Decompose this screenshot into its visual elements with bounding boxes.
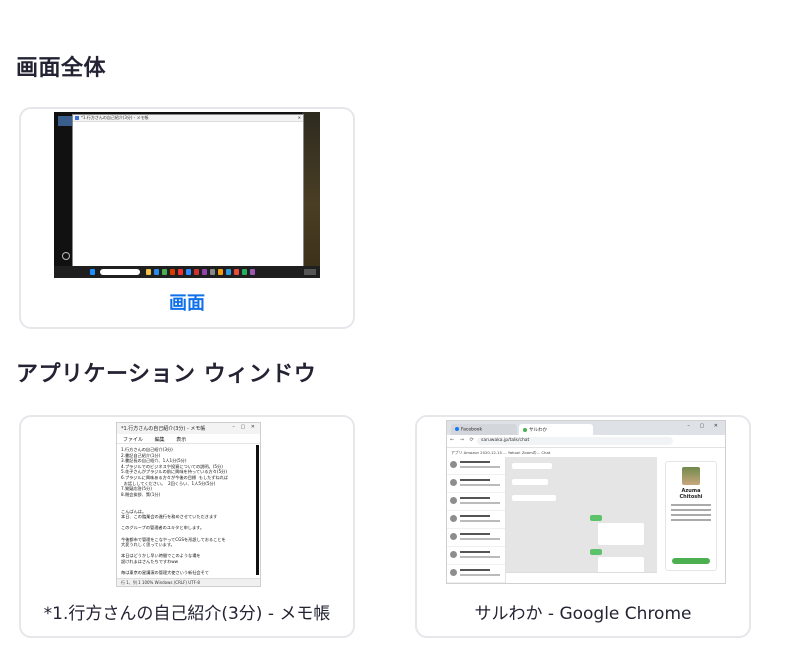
profile-bio <box>671 504 711 526</box>
chrome-tab: Facebook <box>451 424 517 435</box>
chat-image <box>598 523 644 545</box>
section-title-app-window: アプリケーション ウィンドウ <box>16 362 317 387</box>
chat-bubble <box>590 549 602 555</box>
list-item <box>447 475 505 493</box>
zoom-icon <box>186 269 191 275</box>
edge-icon <box>154 269 159 275</box>
notepad-title: *1.行方さんの自己紹介(3分) - メモ帳 <box>121 426 206 432</box>
wallpaper <box>302 112 320 266</box>
share-option-label: 画面 <box>169 293 205 314</box>
chrome-tab-active: サルわか <box>519 424 593 435</box>
chrome-thumbnail: Facebook サルわか – ▢ ✕ ← → ⟳ saruwaka.jp/ta… <box>446 420 726 584</box>
profile-pane: Azuma Chitoshi <box>657 457 725 583</box>
screen-thumbnail: *1.行方さんの自己紹介(3分) - メモ帳 ✕ <box>54 112 320 278</box>
taskbar-clock <box>304 269 316 275</box>
chat-input <box>506 572 657 583</box>
profile-name: Azuma Chitoshi <box>679 488 703 500</box>
nav-arrows-icon: ← → ⟳ <box>450 437 476 443</box>
share-option-screen[interactable]: *1.行方さんの自己紹介(3分) - メモ帳 ✕ 画面 <box>19 107 355 329</box>
chat-bubble <box>512 495 556 501</box>
app-icon <box>178 269 183 275</box>
notepad-thumbnail: *1.行方さんの自己紹介(3分) - メモ帳 – ▢ ✕ ファイル 編集 表示 … <box>116 422 261 587</box>
list-item <box>447 511 505 529</box>
chrome-address-bar: saruwaka.jp/talk/chat <box>477 437 673 445</box>
notepad-menu: ファイル 編集 表示 <box>117 434 260 444</box>
share-option-label: サルわか - Google Chrome <box>474 604 692 624</box>
app-icon <box>202 269 207 275</box>
app-icon <box>242 269 247 275</box>
chat-bubble <box>590 515 602 521</box>
window-controls-icon: – ▢ ✕ <box>687 423 722 429</box>
profile-button <box>672 558 710 564</box>
list-item <box>447 457 505 475</box>
explorer-icon <box>146 269 151 275</box>
office-icon <box>170 269 175 275</box>
share-option-label: *1.行方さんの自己紹介(3分) - メモ帳 <box>43 604 331 624</box>
list-item <box>447 565 505 583</box>
list-item <box>447 493 505 511</box>
list-item <box>447 529 505 547</box>
app-icon <box>194 269 199 275</box>
notepad-status-bar: 行 1、列 1 100% Windows (CRLF) UTF-8 <box>117 578 260 586</box>
chat-app: Azuma Chitoshi <box>447 457 725 583</box>
share-option-chrome[interactable]: Facebook サルわか – ▢ ✕ ← → ⟳ saruwaka.jp/ta… <box>415 415 751 638</box>
section-title-screen: 画面全体 <box>16 56 107 81</box>
taskbar-search <box>100 269 140 275</box>
site-icon <box>523 427 527 432</box>
chat-messages <box>506 457 657 583</box>
chrome-icon <box>162 269 167 275</box>
window-controls-icon: – ▢ ✕ <box>232 424 257 430</box>
conversation-list <box>447 457 506 583</box>
facebook-icon <box>455 427 459 431</box>
list-item <box>447 547 505 565</box>
app-icon <box>250 269 255 275</box>
taskbar <box>54 266 320 278</box>
menu-view: 表示 <box>176 437 187 443</box>
notepad-text: 1.行方さんの自己紹介(3分) 2.書記自己紹介(1分) 3.書記長の自己紹介、… <box>121 447 229 575</box>
thumbnail-window-title: *1.行方さんの自己紹介(3分) - メモ帳 <box>81 115 149 120</box>
app-icon <box>226 269 231 275</box>
thumbnail-window: *1.行方さんの自己紹介(3分) - メモ帳 ✕ <box>72 114 304 268</box>
app-icon <box>218 269 223 275</box>
pin-icon <box>62 252 70 260</box>
start-icon <box>90 269 95 275</box>
share-option-notepad[interactable]: *1.行方さんの自己紹介(3分) - メモ帳 – ▢ ✕ ファイル 編集 表示 … <box>19 415 355 638</box>
chat-bubble <box>512 463 552 469</box>
avatar <box>682 467 700 485</box>
notepad-icon <box>75 116 79 120</box>
app-icon <box>234 269 239 275</box>
notepad-scrollbar <box>256 445 259 575</box>
chrome-tabstrip: Facebook サルわか – ▢ ✕ <box>447 421 725 435</box>
close-icon: ✕ <box>297 115 301 120</box>
app-icon <box>210 269 215 275</box>
profile-card: Azuma Chitoshi <box>665 461 717 571</box>
menu-file: ファイル <box>123 437 144 443</box>
desktop-icon <box>58 116 72 126</box>
chat-bubble <box>512 479 548 485</box>
menu-edit: 編集 <box>154 437 165 443</box>
